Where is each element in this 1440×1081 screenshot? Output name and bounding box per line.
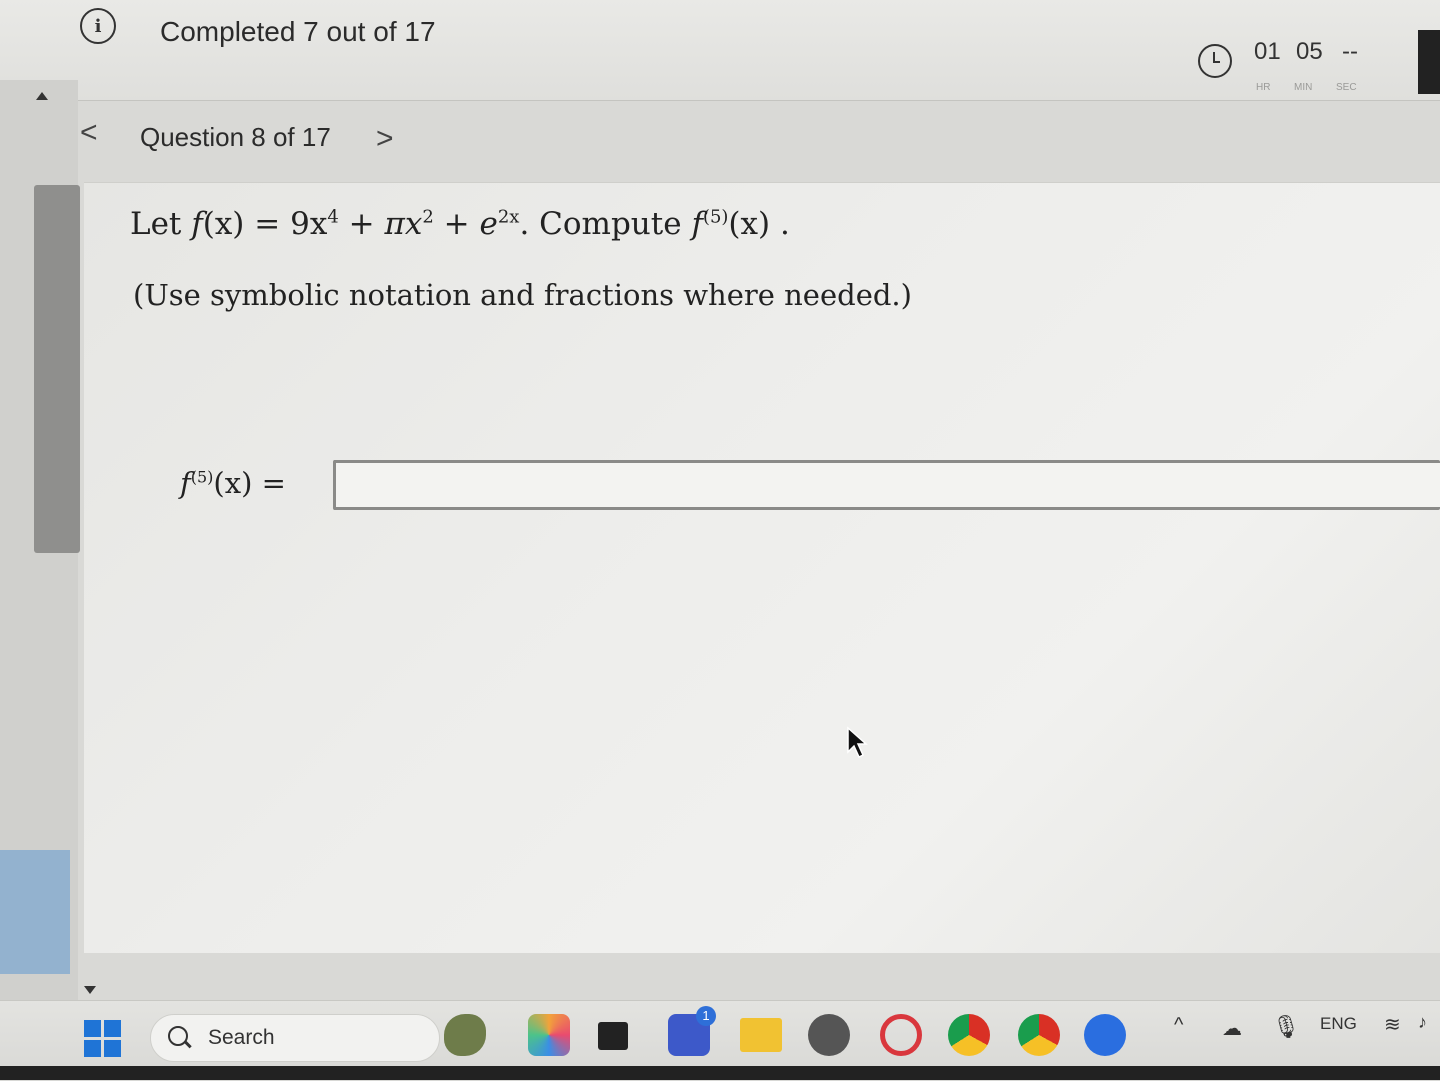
scrollbar-thumb[interactable] bbox=[34, 185, 80, 553]
clock-icon bbox=[1198, 44, 1232, 78]
progress-text: Completed 7 out of 17 bbox=[160, 16, 436, 47]
wifi-icon[interactable]: ≋ bbox=[1384, 1012, 1401, 1037]
info-icon[interactable]: i bbox=[80, 8, 116, 44]
copilot-icon[interactable] bbox=[528, 1014, 570, 1056]
timer-seconds-label: SEC bbox=[1336, 82, 1357, 93]
edge-panel bbox=[1418, 30, 1440, 94]
cloud-icon[interactable]: ☁ bbox=[1222, 1016, 1242, 1041]
mouse-pointer-icon bbox=[847, 726, 868, 759]
next-question-button[interactable]: > bbox=[376, 122, 394, 156]
microphone-icon[interactable]: 🎙 bbox=[1272, 1014, 1300, 1040]
volume-icon[interactable]: ♪ bbox=[1418, 1012, 1427, 1033]
side-panel-tab bbox=[0, 850, 70, 974]
question-number: Question 8 of 17 bbox=[140, 122, 331, 152]
opera-browser-icon[interactable] bbox=[880, 1014, 922, 1056]
timer-minutes-label: MIN bbox=[1294, 82, 1313, 93]
snipping-tool-icon[interactable] bbox=[598, 1022, 628, 1050]
timer-seconds: -- bbox=[1342, 38, 1358, 65]
chrome-icon[interactable] bbox=[948, 1014, 990, 1056]
timer-minutes: 05 bbox=[1296, 38, 1323, 65]
scroll-down-arrow-icon[interactable] bbox=[84, 986, 96, 994]
timer-hours: 01 bbox=[1254, 38, 1281, 65]
answer-input[interactable] bbox=[333, 460, 1440, 510]
app-icon[interactable] bbox=[1084, 1014, 1126, 1056]
question-hint: (Use symbolic notation and fractions whe… bbox=[133, 278, 912, 312]
settings-gear-icon[interactable] bbox=[808, 1014, 850, 1056]
chrome-profile-icon[interactable] bbox=[1018, 1014, 1060, 1056]
answer-label: f(5)(x) = bbox=[180, 466, 286, 500]
question-prompt: Let f(x) = 9x4 + πx2 + e2x. Compute f(5)… bbox=[130, 206, 790, 242]
teams-notification-badge: 1 bbox=[696, 1006, 716, 1026]
previous-question-button[interactable]: < bbox=[80, 116, 98, 150]
widgets-icon[interactable] bbox=[444, 1014, 486, 1056]
language-indicator[interactable]: ENG bbox=[1320, 1014, 1357, 1034]
screen-bezel bbox=[0, 1066, 1440, 1080]
scroll-up-arrow-icon[interactable] bbox=[36, 92, 48, 100]
taskbar-search-label[interactable]: Search bbox=[208, 1026, 275, 1050]
timer-hours-label: HR bbox=[1256, 82, 1271, 93]
tray-chevron-up-icon[interactable]: ^ bbox=[1174, 1014, 1183, 1037]
file-explorer-icon[interactable] bbox=[740, 1018, 782, 1052]
search-icon bbox=[168, 1026, 188, 1046]
windows-start-icon[interactable] bbox=[84, 1020, 122, 1058]
taskbar-search[interactable] bbox=[150, 1014, 440, 1062]
